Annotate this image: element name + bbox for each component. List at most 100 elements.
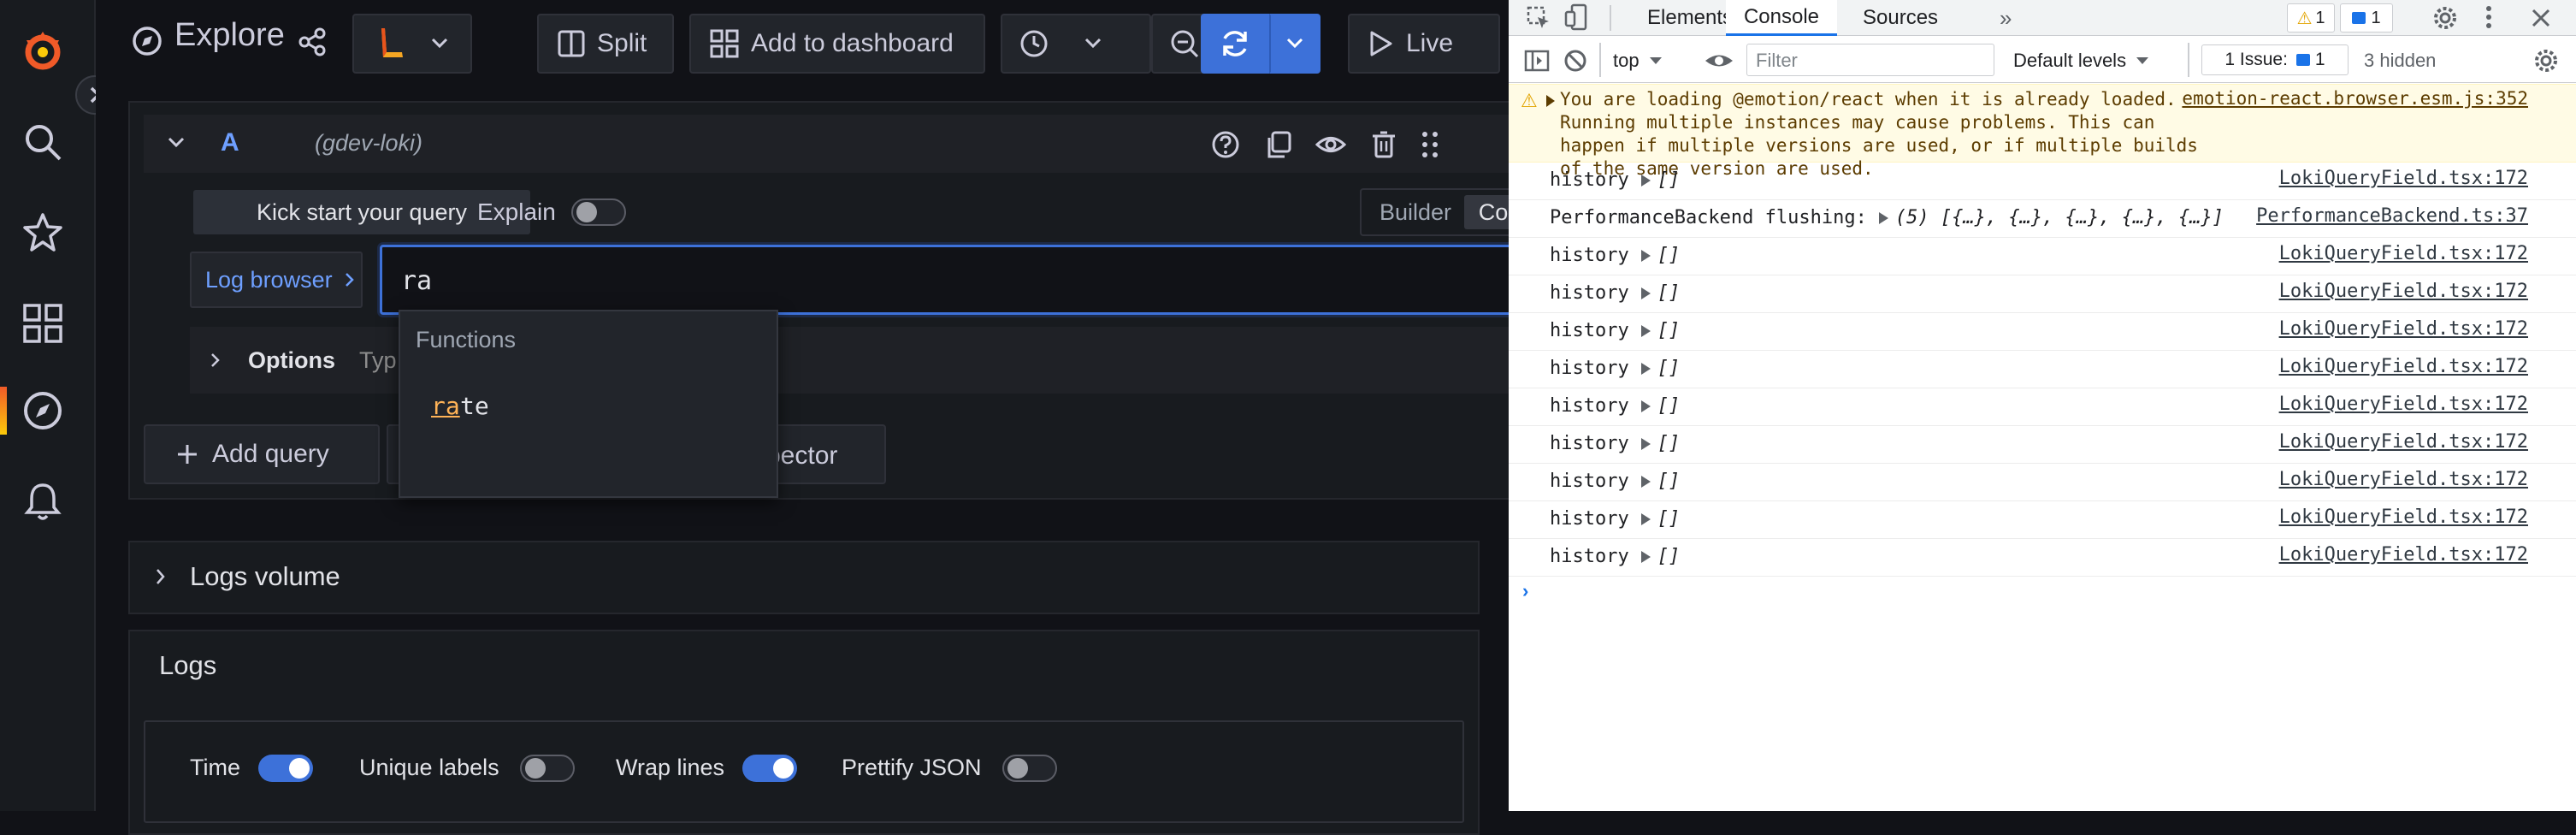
expand-triangle-icon[interactable]: [1640, 400, 1651, 412]
kebab-menu-icon[interactable]: [2484, 3, 2494, 31]
log-value[interactable]: []: [1657, 508, 1681, 530]
inspect-element-icon[interactable]: [1526, 5, 1551, 31]
chevron-down-icon: [1286, 38, 1303, 49]
divider: [1610, 5, 1611, 31]
log-value[interactable]: []: [1657, 169, 1681, 191]
expand-triangle-icon[interactable]: [1640, 438, 1651, 450]
message-count: 1: [2371, 8, 2381, 27]
share-icon[interactable]: [298, 27, 327, 61]
log-value[interactable]: []: [1657, 245, 1681, 266]
console-filter-input[interactable]: Filter: [1746, 44, 1994, 76]
tab-console[interactable]: Console: [1726, 0, 1837, 36]
apps-grid-icon: [710, 29, 739, 58]
datasource-picker[interactable]: [352, 14, 472, 74]
sidebar-toggle-icon[interactable]: [1524, 50, 1550, 72]
expand-triangle-icon[interactable]: [1878, 212, 1888, 224]
add-query-button[interactable]: Add query: [144, 424, 380, 484]
log-value[interactable]: []: [1657, 471, 1681, 492]
unique-labels-toggle[interactable]: [520, 755, 575, 782]
prettify-json-toggle[interactable]: [1002, 755, 1057, 782]
log-value[interactable]: (5) [{…}, {…}, {…}, {…}, {…}]: [1895, 207, 2224, 228]
log-source-link[interactable]: LokiQueryField.tsx:172: [2279, 431, 2528, 453]
options-label[interactable]: Options: [248, 347, 335, 374]
settings-gear-icon[interactable]: [2432, 5, 2458, 31]
log-source-link[interactable]: PerformanceBackend.ts:37: [2256, 205, 2528, 227]
log-source-link[interactable]: LokiQueryField.tsx:172: [2279, 506, 2528, 528]
clock-icon: [1020, 30, 1048, 57]
eye-icon[interactable]: [1315, 130, 1346, 159]
tab-sources[interactable]: Sources: [1863, 0, 1938, 36]
drag-handle-icon[interactable]: [1420, 130, 1440, 159]
autocomplete-item-rate[interactable]: ra te: [400, 382, 777, 429]
log-source-link[interactable]: LokiQueryField.tsx:172: [2279, 318, 2528, 340]
expand-triangle-icon[interactable]: [1640, 551, 1651, 563]
warning-source-link[interactable]: emotion-react.browser.esm.js:352: [2182, 88, 2528, 109]
log-levels-dropdown[interactable]: Default levels: [2013, 50, 2149, 72]
expand-triangle-icon[interactable]: [1640, 287, 1651, 299]
split-label: Split: [597, 29, 647, 57]
add-to-dashboard-button[interactable]: Add to dashboard: [689, 14, 985, 74]
expand-triangle-icon[interactable]: [1640, 513, 1651, 525]
live-button[interactable]: Live: [1348, 14, 1500, 74]
explore-compass-icon[interactable]: [17, 385, 68, 436]
trash-icon[interactable]: [1370, 130, 1397, 159]
grafana-logo-icon[interactable]: [17, 26, 68, 77]
messages-counter[interactable]: 1: [2340, 3, 2393, 33]
close-icon[interactable]: [2530, 7, 2552, 29]
help-icon[interactable]: [1211, 130, 1240, 159]
query-ref-id[interactable]: A: [221, 128, 239, 157]
warnings-counter[interactable]: ⚠ 1: [2287, 3, 2335, 33]
context-selector[interactable]: top: [1613, 50, 1662, 72]
add-query-label: Add query: [212, 440, 329, 468]
log-source-link[interactable]: LokiQueryField.tsx:172: [2279, 544, 2528, 566]
tab-elements[interactable]: Elements: [1647, 0, 1733, 36]
console-log-message: history []: [1550, 433, 1680, 454]
search-icon[interactable]: [17, 116, 68, 168]
zoom-out-icon: [1171, 30, 1199, 58]
log-value[interactable]: []: [1657, 358, 1681, 379]
log-value[interactable]: []: [1657, 320, 1681, 341]
issues-button[interactable]: 1 Issue: 1: [2201, 44, 2349, 75]
log-browser-button[interactable]: Log browser: [190, 252, 363, 308]
dashboards-icon[interactable]: [17, 298, 68, 349]
log-value[interactable]: []: [1657, 395, 1681, 417]
expand-triangle-icon[interactable]: [1546, 95, 1555, 107]
time-picker-button[interactable]: [1001, 14, 1151, 74]
collapse-chevron-icon[interactable]: [168, 137, 185, 149]
logs-volume-label[interactable]: Logs volume: [190, 561, 340, 592]
log-source-link[interactable]: LokiQueryField.tsx:172: [2279, 356, 2528, 377]
chevron-right-icon[interactable]: [210, 352, 221, 368]
explain-toggle[interactable]: [571, 198, 626, 226]
expand-triangle-icon[interactable]: [1640, 175, 1651, 187]
log-source-link[interactable]: LokiQueryField.tsx:172: [2279, 394, 2528, 415]
more-tabs-button[interactable]: »: [2000, 0, 2012, 36]
expand-triangle-icon[interactable]: [1640, 325, 1651, 337]
query-code-input[interactable]: ra: [380, 245, 1562, 315]
log-value[interactable]: []: [1657, 433, 1681, 454]
console-settings-gear-icon[interactable]: [2533, 48, 2559, 74]
log-source-link[interactable]: LokiQueryField.tsx:172: [2279, 168, 2528, 189]
alerting-bell-icon[interactable]: [17, 476, 68, 527]
console-prompt-icon[interactable]: ›: [1522, 580, 1528, 602]
device-toolbar-icon[interactable]: [1563, 3, 1589, 33]
expand-triangle-icon[interactable]: [1640, 363, 1651, 375]
log-source-link[interactable]: LokiQueryField.tsx:172: [2279, 243, 2528, 264]
duplicate-icon[interactable]: [1264, 130, 1293, 159]
live-expression-eye-icon[interactable]: [1704, 50, 1734, 72]
log-value[interactable]: []: [1657, 282, 1681, 304]
log-source-link[interactable]: LokiQueryField.tsx:172: [2279, 469, 2528, 490]
builder-mode-button[interactable]: Builder: [1368, 195, 1462, 229]
logs-title: Logs: [159, 650, 217, 680]
starred-icon[interactable]: [17, 207, 68, 258]
log-value[interactable]: []: [1657, 546, 1681, 567]
split-button[interactable]: Split: [537, 14, 674, 74]
log-source-link[interactable]: LokiQueryField.tsx:172: [2279, 281, 2528, 302]
clear-console-icon[interactable]: [1563, 49, 1587, 73]
expand-triangle-icon[interactable]: [1640, 476, 1651, 488]
time-toggle[interactable]: [258, 755, 313, 782]
refresh-interval-dropdown[interactable]: [1269, 14, 1320, 74]
wrap-lines-toggle[interactable]: [742, 755, 797, 782]
expand-triangle-icon[interactable]: [1640, 250, 1651, 262]
chevron-right-icon[interactable]: [156, 568, 166, 585]
run-query-button[interactable]: [1201, 14, 1269, 74]
